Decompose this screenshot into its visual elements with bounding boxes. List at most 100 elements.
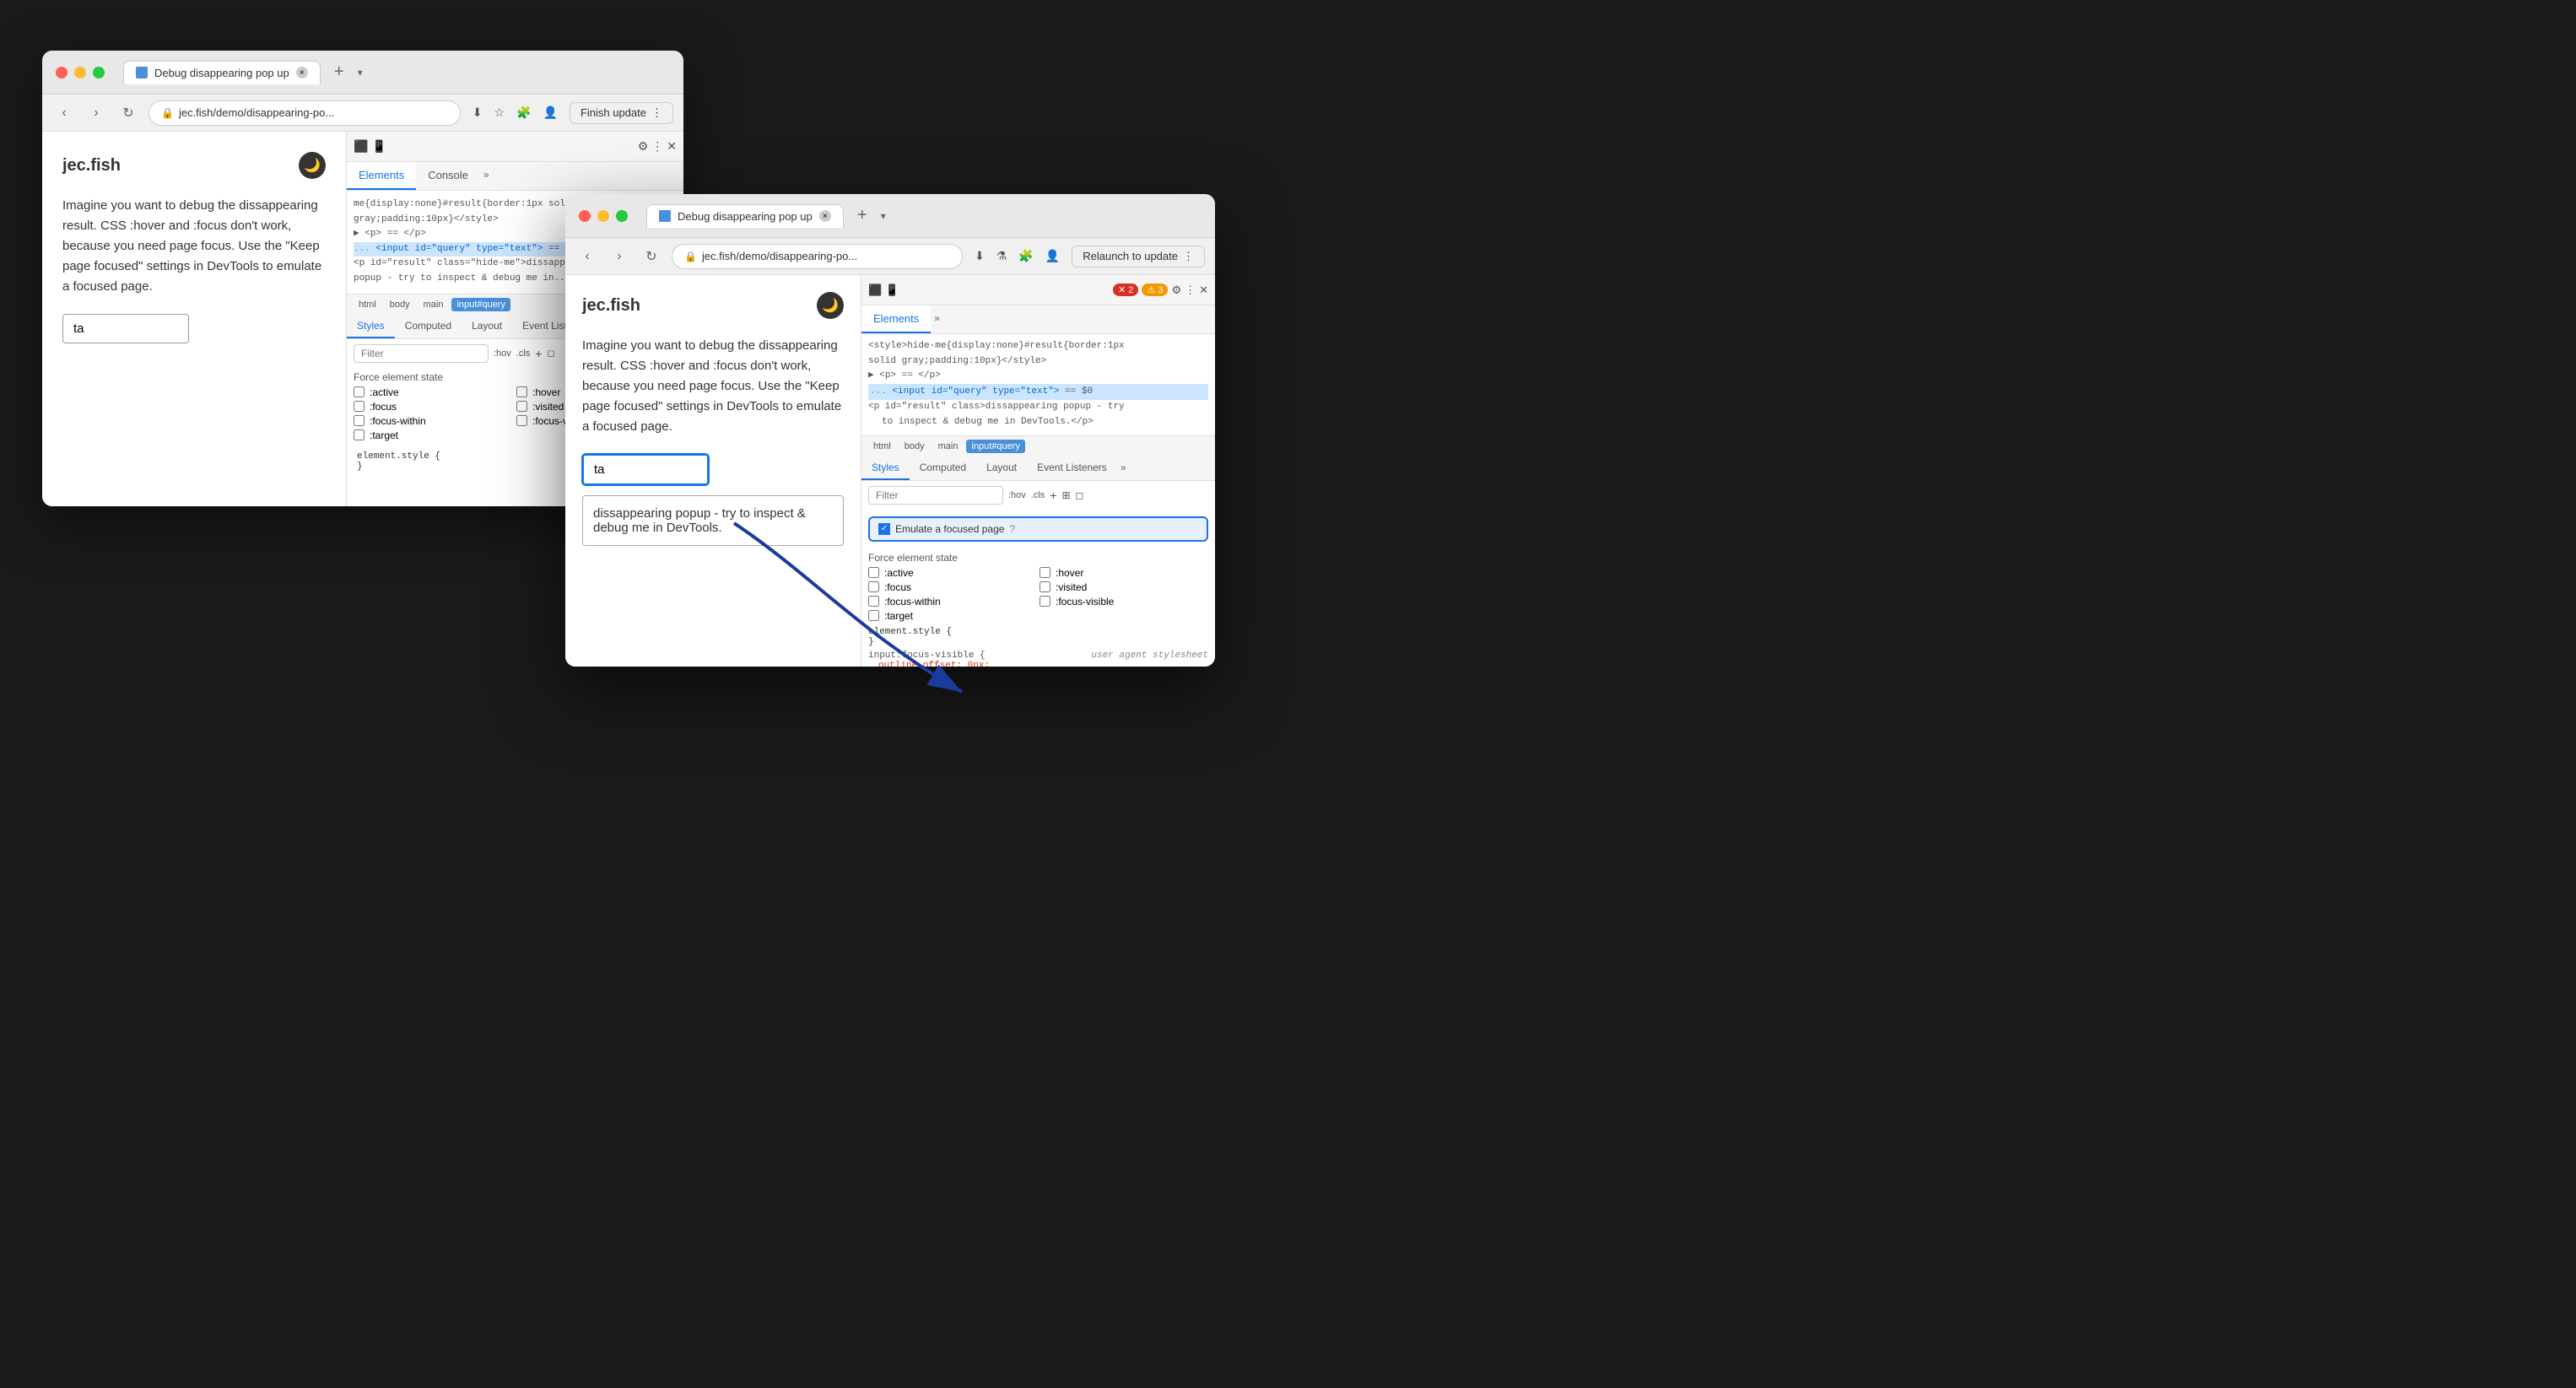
cls-label-2[interactable]: .cls [1031,490,1045,500]
webpage-area-1: jec.fish 🌙 Imagine you want to debug the… [42,132,346,506]
address-bar-2[interactable]: 🔒 jec.fish/demo/disappearing-po... [672,244,963,269]
tab-console-1[interactable]: Console [416,162,480,190]
download-icon[interactable]: ⬇ [469,104,486,122]
close-button-2[interactable] [579,210,591,222]
breadcrumb-main-1[interactable]: main [419,298,449,311]
minimize-button[interactable] [74,67,86,78]
new-tab-button-2[interactable]: + [851,204,874,228]
tab-2[interactable]: Debug disappearing pop up × [646,204,844,228]
forward-button-1[interactable]: › [84,101,108,125]
styles-tab-2[interactable]: Styles [861,456,910,480]
url-text-1: jec.fish/demo/disappearing-po... [179,106,334,119]
star-icon[interactable]: ☆ [491,104,509,122]
devtools-device-icon-2[interactable]: 📱 [885,284,899,297]
devtools-settings-icon-2[interactable]: ⚙ [1171,284,1181,297]
finish-update-label: Finish update [581,106,646,119]
layout-tab-1[interactable]: Layout [462,315,512,338]
relaunch-update-button[interactable]: Relaunch to update ⋮ [1072,246,1205,267]
add-style-icon-1[interactable]: + [535,347,542,360]
tab-elements-2[interactable]: Elements [861,305,931,333]
emulate-checkbox[interactable]: ✓ [878,523,890,535]
state-active-1: :active [354,386,514,398]
devtools-more-icon[interactable]: ⋮ [651,139,663,154]
reload-button-1[interactable]: ↻ [116,101,140,125]
site-logo-1: jec.fish [62,156,121,176]
styles-filter-input-2[interactable] [868,486,1003,505]
devtools-more-icon-2[interactable]: ⋮ [1185,284,1196,297]
breadcrumb-html-2[interactable]: html [868,440,896,453]
dt2-line-4-selected[interactable]: ... <input id="query" type="text"> == $0 [868,384,1208,401]
menu-icon-1: ⋮ [651,106,662,120]
close-button[interactable] [56,67,68,78]
back-button-2[interactable]: ‹ [575,245,599,268]
profile-icon-2[interactable]: 👤 [1042,247,1063,265]
moon-icon-1: 🌙 [304,157,321,174]
devtools-device-icon[interactable]: 📱 [371,139,386,154]
more-devtools-tabs-2[interactable]: » [931,305,943,333]
new-tab-button-1[interactable]: + [327,61,351,84]
star-icon-2[interactable]: ⚗ [993,247,1011,265]
devtools-toolbar-1: ⬛ 📱 ⚙ ⋮ ✕ [347,132,683,162]
add-style-icon-2[interactable]: + [1050,489,1056,502]
extensions-icon[interactable]: 🧩 [513,104,534,122]
more-style-icon[interactable]: ◻ [547,348,554,359]
layout-icon-2[interactable]: ⊞ [1061,489,1070,501]
breadcrumb-input-2[interactable]: input#query [966,440,1025,453]
devtools-inspect-icon-2[interactable]: ⬛ [868,284,882,297]
devtools-close-icon-2[interactable]: ✕ [1199,284,1208,297]
breadcrumb-main-2[interactable]: main [933,440,964,453]
breadcrumb-body-2[interactable]: body [899,440,930,453]
emulate-focused-container: ✓ Emulate a focused page ? [861,510,1215,548]
styles-tab-1[interactable]: Styles [347,315,395,338]
devtools-inspect-icon[interactable]: ⬛ [354,139,368,154]
minimize-button-2[interactable] [597,210,609,222]
emulate-help-icon[interactable]: ? [1009,523,1015,535]
tab-1[interactable]: Debug disappearing pop up × [123,61,321,84]
search-input-2[interactable] [582,454,709,485]
reload-button-2[interactable]: ↻ [640,245,663,268]
tab-close-2[interactable]: × [819,210,831,222]
state-focus-within-1: :focus-within [354,415,514,427]
emulate-focused-row[interactable]: ✓ Emulate a focused page ? [868,516,1208,542]
page-description-1: Imagine you want to debug the dissappear… [62,196,326,297]
nav-bar-2: ‹ › ↻ 🔒 jec.fish/demo/disappearing-po...… [565,238,1215,275]
emulate-focused-label: Emulate a focused page [895,523,1004,535]
hov-label-2[interactable]: :hov [1008,490,1026,500]
maximize-button-2[interactable] [616,210,628,222]
devtools-settings-icon[interactable]: ⚙ [638,139,649,154]
page-description-2: Imagine you want to debug the dissappear… [582,336,844,437]
state-target-2: :target [868,610,1037,622]
event-listeners-tab-2[interactable]: Event Listeners [1027,456,1117,480]
more-styles-tabs-2[interactable]: » [1117,456,1130,480]
profile-icon[interactable]: 👤 [540,104,561,122]
finish-update-button[interactable]: Finish update ⋮ [570,102,673,124]
site-logo-2: jec.fish [582,296,640,316]
address-bar-1[interactable]: 🔒 jec.fish/demo/disappearing-po... [149,100,461,126]
dark-toggle-1[interactable]: 🌙 [299,152,326,179]
breadcrumb-input-1[interactable]: input#query [451,298,510,311]
devtools-close-icon[interactable]: ✕ [667,139,677,154]
computed-tab-2[interactable]: Computed [910,456,976,480]
tab-favicon-1 [136,67,148,78]
hov-label-1[interactable]: :hov [494,348,511,359]
maximize-button[interactable] [93,67,105,78]
forward-button-2[interactable]: › [608,245,631,268]
search-input-1[interactable] [62,314,189,343]
dark-toggle-2[interactable]: 🌙 [817,292,844,319]
css-property-2: outline-offset: 0px; [868,661,990,667]
tab-dropdown-icon-2[interactable]: ▾ [881,210,886,222]
breadcrumb-body-1[interactable]: body [385,298,415,311]
extensions-icon-2[interactable]: 🧩 [1015,247,1036,265]
back-button-1[interactable]: ‹ [52,101,76,125]
styles-filter-input-1[interactable] [354,344,489,363]
cls-label-1[interactable]: .cls [516,348,531,359]
layout-tab-2[interactable]: Layout [976,456,1027,480]
tab-dropdown-icon[interactable]: ▾ [358,67,363,78]
download-icon-2[interactable]: ⬇ [971,247,988,265]
more-tabs-icon-1[interactable]: » [480,162,493,190]
color-icon-2[interactable]: ◻ [1076,489,1084,501]
tab-elements-1[interactable]: Elements [347,162,416,190]
computed-tab-1[interactable]: Computed [395,315,462,338]
tab-close-1[interactable]: × [296,67,308,78]
breadcrumb-html-1[interactable]: html [354,298,381,311]
